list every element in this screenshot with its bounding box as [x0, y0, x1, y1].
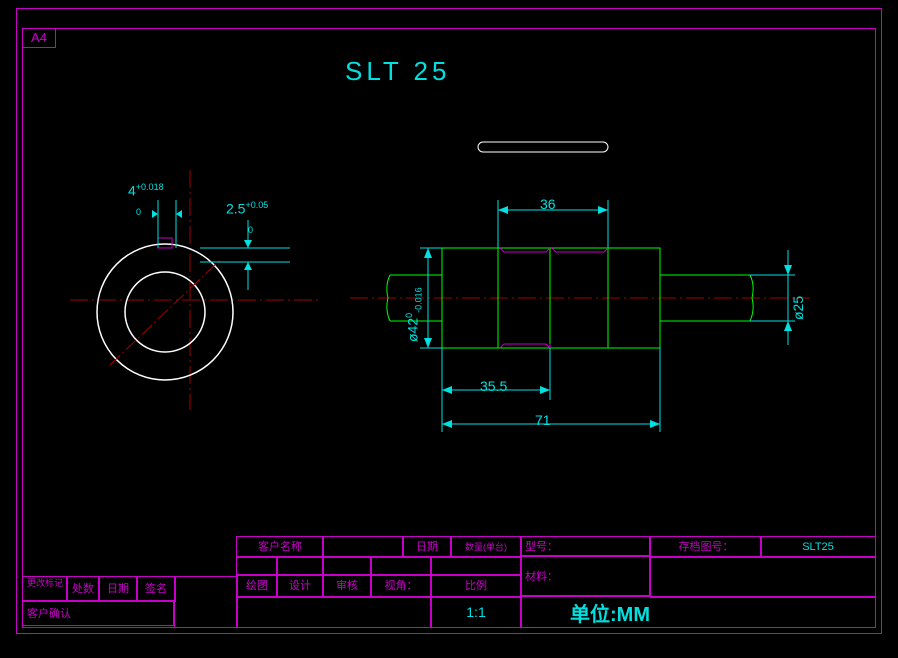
tb-qty: 数量(单台)	[450, 536, 522, 558]
tb-left-spacer	[174, 576, 238, 628]
dim-line-1	[152, 200, 192, 250]
tb-draw: 绘图	[236, 574, 278, 598]
dim-71: 71	[535, 412, 551, 428]
dim-phi42: ø420-0.016	[404, 287, 423, 342]
tb-left-4: 客户确认	[22, 600, 174, 626]
tb-model: 型号：	[520, 536, 650, 556]
tb-client-val	[322, 536, 404, 558]
dim-35-5: 35.5	[480, 378, 507, 394]
tb-r2-b2	[322, 556, 372, 576]
tb-left-3: 签名	[136, 576, 176, 602]
tb-left-2: 日期	[98, 576, 138, 602]
tb-right-blank	[650, 556, 876, 598]
tb-scale: 比例	[430, 574, 522, 598]
tb-ratio: 1:1	[430, 596, 522, 628]
tb-r2-b3	[370, 556, 432, 576]
tb-check: 审核	[322, 574, 372, 598]
tb-r2-b1	[276, 556, 324, 576]
tb-design: 设计	[276, 574, 324, 598]
tb-date: 日期	[402, 536, 452, 558]
unit-label: 单位:MM	[570, 598, 650, 627]
cad-canvas: A4 SLT 25 4+0.0180 2.5+0.050 36 35.5 71 …	[0, 0, 898, 658]
page-size-label: A4	[22, 28, 56, 48]
tb-bottom-blank1	[236, 596, 432, 628]
dim-phi25: ø25	[790, 296, 806, 320]
slot-top-view	[474, 138, 614, 158]
tb-material: 材料：	[520, 556, 650, 596]
drawing-title: SLT 25	[345, 56, 450, 87]
tb-left-1: 处数	[66, 576, 100, 602]
tb-archive: 存档图号：	[650, 536, 762, 558]
tb-left-0: 更改标记	[22, 576, 68, 602]
tb-archive-val: SLT25	[760, 536, 876, 558]
tb-r2-b4	[430, 556, 522, 576]
dim-line-2	[200, 220, 300, 300]
dim-36: 36	[540, 196, 556, 212]
tb-r2-blank	[236, 556, 278, 576]
tb-client: 客户名称	[236, 536, 324, 558]
tb-view: 视角：	[370, 574, 432, 598]
